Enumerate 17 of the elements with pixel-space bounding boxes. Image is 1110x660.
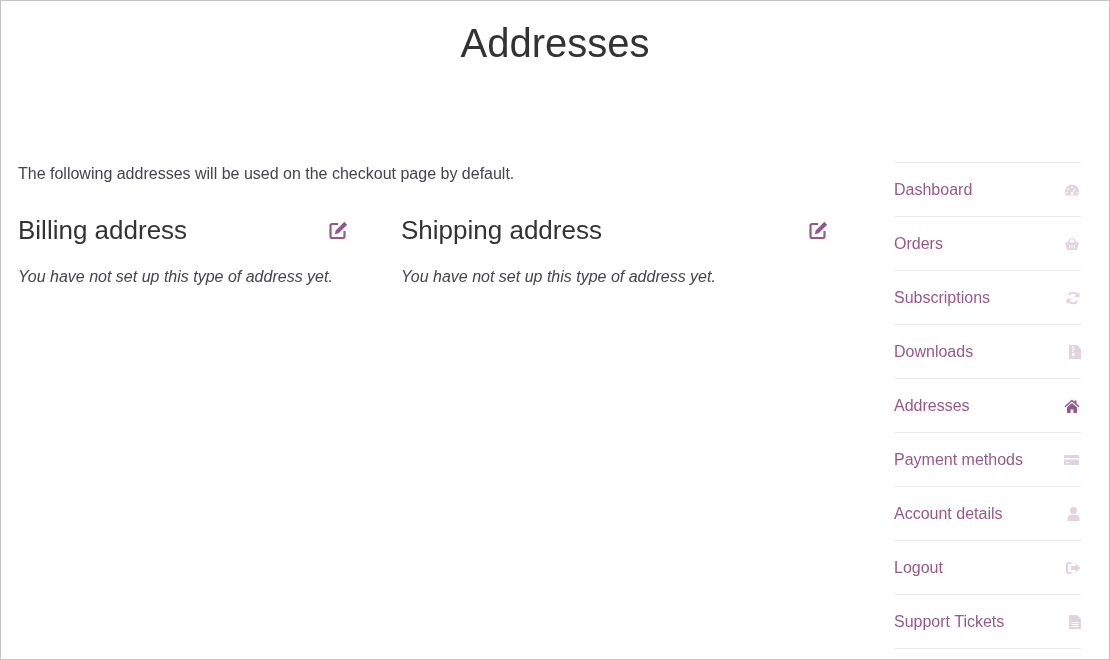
edit-icon[interactable]: [809, 221, 828, 239]
nav-link[interactable]: Orders: [894, 217, 1081, 270]
page-title: Addresses: [460, 20, 650, 67]
address-heading: Shipping address: [401, 214, 602, 246]
nav-link[interactable]: Downloads: [894, 325, 1081, 378]
edit-icon[interactable]: [329, 221, 348, 239]
intro-text: The following addresses will be used on the checkout page by default.: [18, 164, 516, 184]
nav-link[interactable]: Addresses: [894, 379, 1081, 432]
address-heading: Billing address: [18, 214, 188, 246]
nav-link[interactable]: Subscriptions: [894, 271, 1081, 324]
nav-link[interactable]: Logout: [894, 541, 1081, 594]
nav-link[interactable]: Support Tickets: [894, 595, 1081, 648]
empty-address-message: You have not set up this type of address yet.: [18, 267, 334, 287]
empty-address-message: You have not set up this type of address yet.: [401, 267, 717, 287]
nav-link[interactable]: Dashboard: [894, 163, 1081, 216]
nav-link[interactable]: Payment methods: [894, 433, 1081, 486]
nav-link[interactable]: Account details: [894, 487, 1081, 540]
